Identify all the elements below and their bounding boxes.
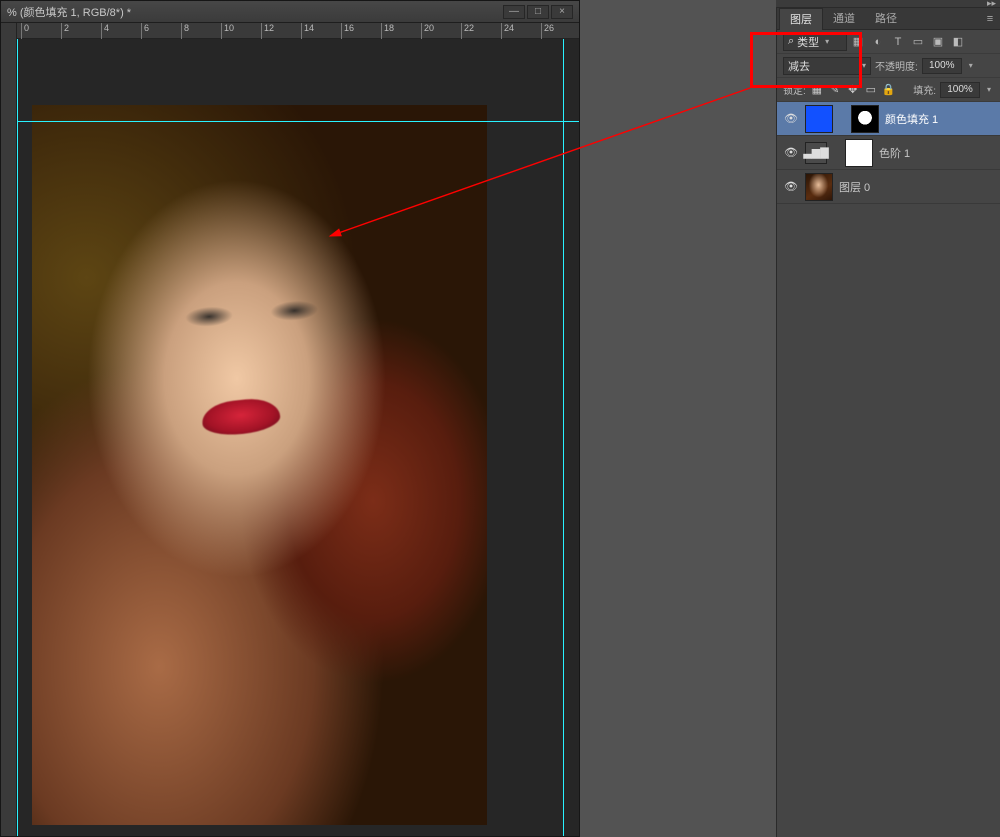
document-title: % (颜色填充 1, RGB/8*) * [7, 4, 503, 20]
document-window: % (颜色填充 1, RGB/8*) * — □ × 0 2 4 6 8 10 … [0, 0, 580, 837]
tab-channels[interactable]: 通道 [823, 8, 865, 30]
opacity-value[interactable]: 100% [922, 58, 962, 74]
layer-thumbnail[interactable] [805, 105, 833, 133]
search-icon: ⌕ [788, 35, 794, 48]
visibility-eye-icon[interactable]: 👁 [783, 112, 799, 125]
filter-type-icon[interactable]: T [891, 35, 905, 49]
ruler-tick: 2 [61, 23, 69, 39]
visibility-eye-icon[interactable]: 👁 [783, 180, 799, 193]
ruler-tick: 8 [181, 23, 189, 39]
ruler-horizontal[interactable]: 0 2 4 6 8 10 12 14 16 18 20 22 24 26 [17, 23, 579, 39]
fill-value[interactable]: 100% [940, 82, 980, 98]
lock-artboard-icon[interactable]: ▭ [864, 83, 878, 97]
filter-smart-icon[interactable]: ▣ [931, 35, 945, 49]
ruler-tick: 20 [421, 23, 434, 39]
filter-artboard-icon[interactable]: ◧ [951, 35, 965, 49]
blend-mode-dropdown[interactable]: 减去 ▾ [783, 57, 871, 75]
panel-collapse-strip[interactable]: ▸▸ [776, 0, 1000, 8]
lock-pixels-icon[interactable]: ✎ [828, 83, 842, 97]
filter-adjust-icon[interactable]: ◐ [871, 35, 885, 49]
app-root: % (颜色填充 1, RGB/8*) * — □ × 0 2 4 6 8 10 … [0, 0, 1000, 837]
lock-label: 锁定: [783, 82, 806, 97]
layer-row-color-fill[interactable]: 👁 颜色填充 1 [777, 102, 1000, 136]
layer-name[interactable]: 颜色填充 1 [885, 111, 938, 127]
panel-menu-button[interactable]: ≡ [980, 13, 1000, 25]
chevron-down-icon[interactable]: ▾ [966, 61, 976, 70]
document-titlebar[interactable]: % (颜色填充 1, RGB/8*) * — □ × [1, 1, 579, 23]
layer-row-background[interactable]: 👁 图层 0 [777, 170, 1000, 204]
window-close-button[interactable]: × [551, 5, 573, 19]
ruler-tick: 12 [261, 23, 274, 39]
layer-name[interactable]: 色阶 1 [879, 145, 910, 161]
ruler-tick: 26 [541, 23, 554, 39]
blend-row: 减去 ▾ 不透明度: 100% ▾ [777, 54, 1000, 78]
visibility-eye-icon[interactable]: 👁 [783, 146, 799, 159]
window-controls: — □ × [503, 5, 573, 19]
layer-filter-dropdown[interactable]: ⌕ 类型 ▾ [783, 33, 847, 51]
layer-filter-label: 类型 [797, 34, 819, 50]
ruler-vertical[interactable] [1, 23, 17, 836]
ruler-tick: 24 [501, 23, 514, 39]
lock-position-icon[interactable]: ✥ [846, 83, 860, 97]
layer-filter-icons: ▦ ◐ T ▭ ▣ ◧ [851, 35, 965, 49]
document-image [32, 105, 487, 825]
chevron-down-icon[interactable]: ▾ [984, 85, 994, 94]
ruler-tick: 14 [301, 23, 314, 39]
filter-pixel-icon[interactable]: ▦ [851, 35, 865, 49]
ruler-tick: 6 [141, 23, 149, 39]
layer-list: 👁 颜色填充 1 👁 ▃▆▇ 色阶 1 👁 图层 0 [777, 102, 1000, 204]
opacity-label: 不透明度: [875, 58, 918, 73]
lock-transparent-icon[interactable]: ▦ [810, 83, 824, 97]
ruler-tick: 0 [21, 23, 29, 39]
ruler-tick: 22 [461, 23, 474, 39]
window-minimize-button[interactable]: — [503, 5, 525, 19]
tab-layers[interactable]: 图层 [779, 8, 823, 30]
chevron-down-icon: ▾ [862, 61, 866, 70]
collapse-icon: ▸▸ [987, 0, 996, 9]
lock-row: 锁定: ▦ ✎ ✥ ▭ 🔒 填充: 100% ▾ [777, 78, 1000, 102]
panel-tabs: 图层 通道 路径 ≡ [777, 8, 1000, 30]
ruler-tick: 10 [221, 23, 234, 39]
fill-label: 填充: [913, 82, 936, 97]
chevron-down-icon: ▾ [825, 37, 829, 46]
guide-vertical[interactable] [563, 39, 564, 836]
layer-row-levels[interactable]: 👁 ▃▆▇ 色阶 1 [777, 136, 1000, 170]
layer-name[interactable]: 图层 0 [839, 179, 870, 195]
window-maximize-button[interactable]: □ [527, 5, 549, 19]
tab-paths[interactable]: 路径 [865, 8, 907, 30]
filter-shape-icon[interactable]: ▭ [911, 35, 925, 49]
layer-mask-thumbnail[interactable] [851, 105, 879, 133]
ruler-tick: 16 [341, 23, 354, 39]
layer-mask-thumbnail[interactable] [845, 139, 873, 167]
canvas[interactable] [17, 39, 579, 836]
guide-horizontal[interactable] [17, 121, 579, 122]
lock-all-icon[interactable]: 🔒 [882, 83, 896, 97]
guide-vertical[interactable] [17, 39, 18, 836]
blend-mode-value: 减去 [788, 58, 810, 74]
layer-filter-row: ⌕ 类型 ▾ ▦ ◐ T ▭ ▣ ◧ [777, 30, 1000, 54]
levels-adjustment-icon[interactable]: ▃▆▇ [805, 142, 827, 164]
layer-thumbnail[interactable] [805, 173, 833, 201]
ruler-tick: 4 [101, 23, 109, 39]
ruler-tick: 18 [381, 23, 394, 39]
layers-panel: ▸▸ 图层 通道 路径 ≡ ⌕ 类型 ▾ ▦ ◐ T ▭ ▣ ◧ [776, 0, 1000, 837]
